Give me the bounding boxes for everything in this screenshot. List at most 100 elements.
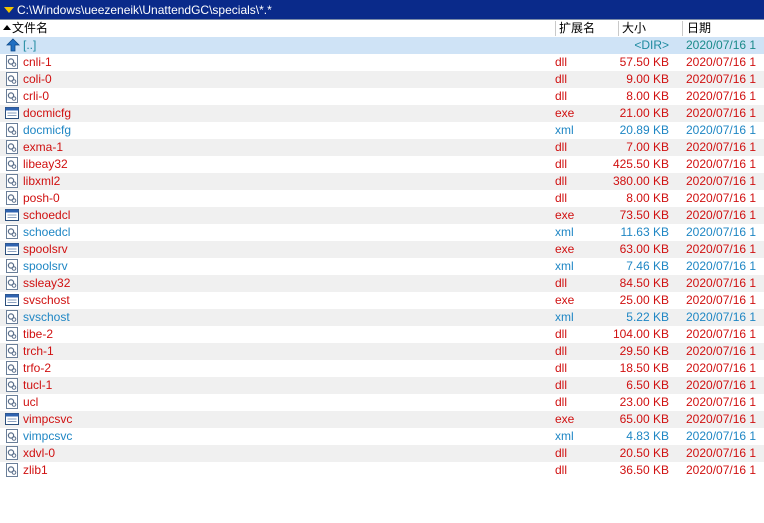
file-date: 2020/07/16 1 <box>686 123 757 137</box>
file-row[interactable]: schoedcl xml 11.63 KB 2020/07/16 1 <box>0 224 764 241</box>
parent-dir-name: [..] <box>23 38 37 52</box>
file-date: 2020/07/16 1 <box>686 327 757 341</box>
column-ext[interactable]: 扩展名 <box>559 20 595 37</box>
file-ext: xml <box>555 310 574 324</box>
dll-icon <box>5 446 19 460</box>
file-date: 2020/07/16 1 <box>686 412 757 426</box>
file-ext: dll <box>555 174 568 188</box>
column-divider[interactable] <box>618 21 619 36</box>
file-row[interactable]: trfo-2 dll 18.50 KB 2020/07/16 1 <box>0 360 764 377</box>
file-row[interactable]: ucl dll 23.00 KB 2020/07/16 1 <box>0 394 764 411</box>
file-row[interactable]: cnli-1 dll 57.50 KB 2020/07/16 1 <box>0 54 764 71</box>
file-ext: xml <box>555 123 574 137</box>
file-row[interactable]: crli-0 dll 8.00 KB 2020/07/16 1 <box>0 88 764 105</box>
file-date: 2020/07/16 1 <box>686 55 757 69</box>
file-size: 63.00 KB <box>619 242 669 256</box>
file-name: vimpcsvc <box>23 429 73 443</box>
file-name: zlib1 <box>23 463 48 477</box>
file-date: 2020/07/16 1 <box>686 344 757 358</box>
file-ext: dll <box>555 276 568 290</box>
file-row[interactable]: libxml2 dll 380.00 KB 2020/07/16 1 <box>0 173 764 190</box>
file-row[interactable]: libeay32 dll 425.50 KB 2020/07/16 1 <box>0 156 764 173</box>
file-name: cnli-1 <box>23 55 52 69</box>
file-size: 5.22 KB <box>626 310 669 324</box>
file-name: schoedcl <box>23 208 71 222</box>
file-date: 2020/07/16 1 <box>686 429 757 443</box>
column-header: 文件名 扩展名 大小 日期 <box>0 20 764 38</box>
file-row[interactable]: spoolsrv exe 63.00 KB 2020/07/16 1 <box>0 241 764 258</box>
file-row[interactable]: svschost exe 25.00 KB 2020/07/16 1 <box>0 292 764 309</box>
file-ext: dll <box>555 344 568 358</box>
file-row[interactable]: schoedcl exe 73.50 KB 2020/07/16 1 <box>0 207 764 224</box>
file-date: 2020/07/16 1 <box>686 208 757 222</box>
file-name: trfo-2 <box>23 361 52 375</box>
file-ext: xml <box>555 429 574 443</box>
file-row[interactable]: posh-0 dll 8.00 KB 2020/07/16 1 <box>0 190 764 207</box>
up-folder-icon <box>5 38 20 52</box>
current-path[interactable]: C:\Windows\ueezeneik\UnattendGC\specials… <box>17 3 272 17</box>
file-ext: dll <box>555 191 568 205</box>
dll-icon <box>5 378 19 392</box>
dll-icon <box>5 157 19 171</box>
file-ext: exe <box>555 412 575 426</box>
file-row[interactable]: docmicfg exe 21.00 KB 2020/07/16 1 <box>0 105 764 122</box>
file-ext: exe <box>555 208 575 222</box>
column-divider[interactable] <box>682 21 683 36</box>
file-row[interactable]: vimpcsvc exe 65.00 KB 2020/07/16 1 <box>0 411 764 428</box>
file-size: 380.00 KB <box>612 174 669 188</box>
column-date[interactable]: 日期 <box>687 20 711 37</box>
file-name: spoolsrv <box>23 259 68 273</box>
file-row[interactable]: svschost xml 5.22 KB 2020/07/16 1 <box>0 309 764 326</box>
file-row[interactable]: exma-1 dll 7.00 KB 2020/07/16 1 <box>0 139 764 156</box>
file-row[interactable]: tibe-2 dll 104.00 KB 2020/07/16 1 <box>0 326 764 343</box>
file-size: 84.50 KB <box>619 276 669 290</box>
file-row[interactable]: ssleay32 dll 84.50 KB 2020/07/16 1 <box>0 275 764 292</box>
file-date: 2020/07/16 1 <box>686 174 757 188</box>
file-row[interactable]: xdvl-0 dll 20.50 KB 2020/07/16 1 <box>0 445 764 462</box>
file-name: posh-0 <box>23 191 60 205</box>
file-size: 425.50 KB <box>612 157 669 171</box>
file-size: 11.63 KB <box>620 225 669 239</box>
file-ext: xml <box>555 225 574 239</box>
dll-icon <box>5 361 19 375</box>
file-row[interactable]: coli-0 dll 9.00 KB 2020/07/16 1 <box>0 71 764 88</box>
file-ext: dll <box>555 140 568 154</box>
file-row[interactable]: trch-1 dll 29.50 KB 2020/07/16 1 <box>0 343 764 360</box>
file-name: docmicfg <box>23 106 72 120</box>
column-date-label: 日期 <box>687 21 712 35</box>
file-name: schoedcl <box>23 225 71 239</box>
dll-icon <box>5 191 19 205</box>
file-row[interactable]: vimpcsvc xml 4.83 KB 2020/07/16 1 <box>0 428 764 445</box>
file-ext: dll <box>555 378 568 392</box>
file-size: 6.50 KB <box>626 378 669 392</box>
file-row[interactable]: tucl-1 dll 6.50 KB 2020/07/16 1 <box>0 377 764 394</box>
column-size-label: 大小 <box>622 21 647 35</box>
file-name: tucl-1 <box>23 378 53 392</box>
file-row[interactable]: spoolsrv xml 7.46 KB 2020/07/16 1 <box>0 258 764 275</box>
file-row[interactable]: zlib1 dll 36.50 KB 2020/07/16 1 <box>0 462 764 479</box>
file-name: ucl <box>23 395 39 409</box>
exe-icon <box>5 242 19 256</box>
file-name: crli-0 <box>23 89 49 103</box>
file-ext: exe <box>555 293 575 307</box>
dll-icon <box>5 140 19 154</box>
parent-dir-row[interactable]: [..] <DIR> 2020/07/16 1 <box>0 37 764 54</box>
file-ext: dll <box>555 89 568 103</box>
column-name[interactable]: 文件名 <box>3 20 48 37</box>
file-ext: exe <box>555 242 575 256</box>
xml-icon <box>5 429 19 443</box>
file-date: 2020/07/16 1 <box>686 89 757 103</box>
dropdown-arrow-icon[interactable] <box>4 6 14 13</box>
file-size: 8.00 KB <box>626 89 669 103</box>
column-divider[interactable] <box>555 21 556 36</box>
dll-icon <box>5 463 19 477</box>
column-ext-label: 扩展名 <box>559 21 596 35</box>
file-size: 23.00 KB <box>619 395 669 409</box>
column-size[interactable]: 大小 <box>622 20 646 37</box>
file-date: 2020/07/16 1 <box>686 140 757 154</box>
path-bar[interactable]: C:\Windows\ueezeneik\UnattendGC\specials… <box>0 0 764 20</box>
file-name: exma-1 <box>23 140 64 154</box>
file-ext: dll <box>555 55 568 69</box>
file-row[interactable]: docmicfg xml 20.89 KB 2020/07/16 1 <box>0 122 764 139</box>
file-date: 2020/07/16 1 <box>686 378 757 392</box>
